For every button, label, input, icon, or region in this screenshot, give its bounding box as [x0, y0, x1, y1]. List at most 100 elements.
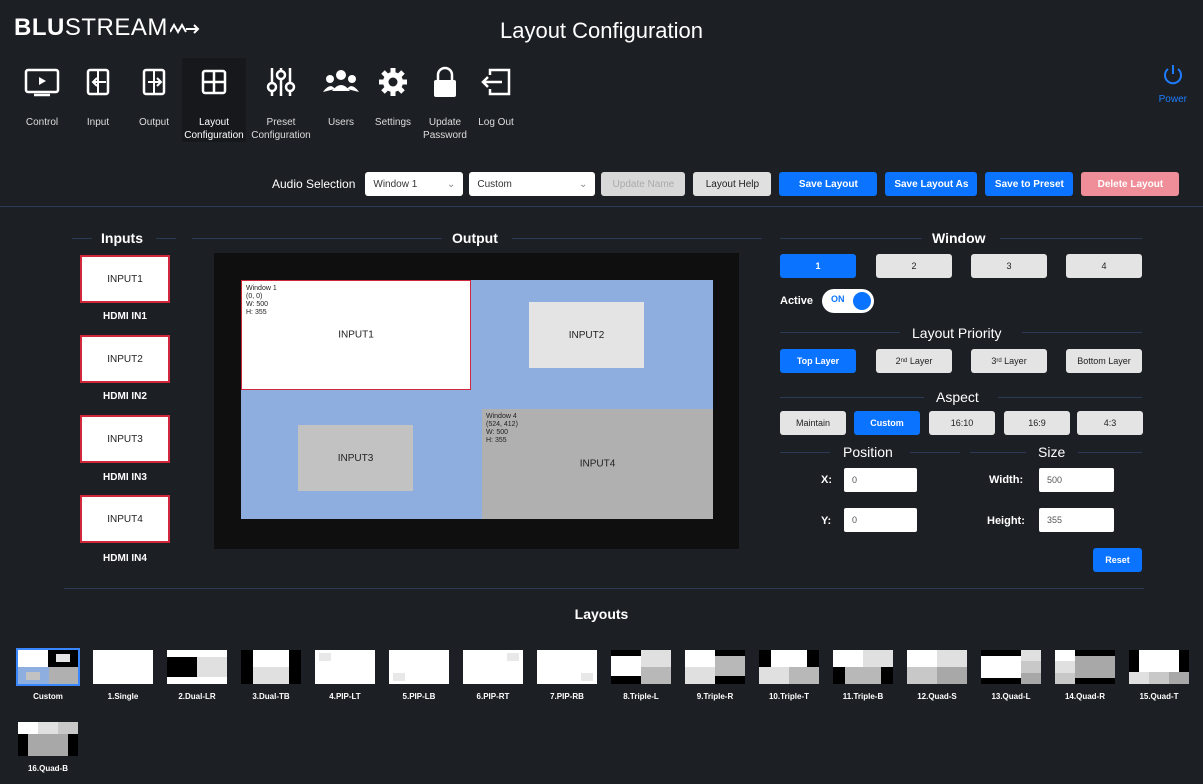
users-icon: [321, 62, 361, 102]
audio-window-select[interactable]: Window 1 ⌄: [365, 172, 464, 196]
third-layer-word: Layer: [1001, 356, 1027, 366]
output-window-1[interactable]: Window 1 (0, 0) W: 500 H: 355 INPUT1: [241, 280, 471, 390]
input-label-3: HDMI IN3: [103, 472, 147, 483]
input-source-2[interactable]: INPUT2: [80, 335, 170, 383]
layout-thumb: [907, 650, 967, 684]
layout-triple-b[interactable]: 11.Triple-B: [833, 650, 893, 701]
input-source-1[interactable]: INPUT1: [80, 255, 170, 303]
divider: [780, 452, 830, 453]
x-position-input[interactable]: 0: [844, 468, 917, 492]
aspect-16-10-button[interactable]: 16:10: [929, 411, 995, 435]
output-window-3[interactable]: INPUT3: [298, 425, 413, 491]
layout-quad-b[interactable]: 16.Quad-B: [18, 722, 78, 773]
layout-triple-r[interactable]: 9.Triple-R: [685, 650, 745, 701]
layout-quad-r[interactable]: 14.Quad-R: [1055, 650, 1115, 701]
layout-thumb: [1055, 650, 1115, 684]
layout-pip-lt[interactable]: 4.PIP-LT: [315, 650, 375, 701]
nav-users[interactable]: Users: [316, 58, 366, 142]
nav-input[interactable]: Input: [70, 58, 126, 142]
nav-update-password-label: Update Password: [423, 117, 467, 141]
layout-triple-l[interactable]: 8.Triple-L: [611, 650, 671, 701]
window-1-info: Window 1 (0, 0) W: 500 H: 355: [246, 285, 277, 316]
save-layout-button[interactable]: Save Layout: [779, 172, 878, 196]
layout-pip-rb[interactable]: 7.PIP-RB: [537, 650, 597, 701]
grid-icon: [194, 62, 234, 102]
input-label-4: HDMI IN4: [103, 553, 147, 564]
y-position-input[interactable]: 0: [844, 508, 917, 532]
layout-help-button[interactable]: Layout Help: [693, 172, 772, 196]
nav-preset-configuration[interactable]: Preset Configuration: [246, 58, 316, 142]
divider: [1078, 452, 1142, 453]
nav-layout-configuration[interactable]: Layout Configuration: [182, 58, 246, 142]
aspect-16-9-button[interactable]: 16:9: [1004, 411, 1070, 435]
layout-quad-l[interactable]: 13.Quad-L: [981, 650, 1041, 701]
top-layer-button[interactable]: Top Layer: [780, 349, 856, 373]
output-window-4[interactable]: Window 4 (524, 412) W: 500 H: 355 INPUT4: [482, 409, 713, 519]
width-input[interactable]: 500: [1039, 468, 1114, 492]
save-to-preset-button[interactable]: Save to Preset: [985, 172, 1074, 196]
layout-name: 13.Quad-L: [991, 692, 1031, 701]
height-input[interactable]: 355: [1039, 508, 1114, 532]
layout-name: 12.Quad-S: [917, 692, 957, 701]
divider: [64, 588, 1144, 589]
layout-name: 8.Triple-L: [623, 692, 659, 701]
aspect-maintain-button[interactable]: Maintain: [780, 411, 846, 435]
toggle-on-label: ON: [831, 294, 845, 304]
layout-dual-tb[interactable]: 3.Dual-TB: [241, 650, 301, 701]
nav-output[interactable]: Output: [126, 58, 182, 142]
layout-quad-s[interactable]: 12.Quad-S: [907, 650, 967, 701]
layout-thumb: [315, 650, 375, 684]
delete-layout-button[interactable]: Delete Layout: [1081, 172, 1180, 196]
active-label: Active: [780, 295, 814, 307]
layout-thumb: [93, 650, 153, 684]
nav-settings[interactable]: Settings: [366, 58, 420, 142]
nav-update-password[interactable]: Update Password: [420, 58, 470, 142]
nav-preset-configuration-label: Preset Configuration: [251, 117, 311, 141]
layout-pip-rt[interactable]: 6.PIP-RT: [463, 650, 523, 701]
window-4-button[interactable]: 4: [1066, 254, 1142, 278]
aspect-4-3-button[interactable]: 4:3: [1077, 411, 1143, 435]
sliders-icon: [261, 62, 301, 102]
layout-name: Custom: [33, 692, 63, 701]
window-title: Window: [932, 230, 986, 246]
active-toggle[interactable]: ON: [822, 289, 874, 313]
reset-button[interactable]: Reset: [1093, 548, 1142, 572]
third-layer-button[interactable]: 3rd Layer: [971, 349, 1047, 373]
nav-input-label: Input: [86, 117, 110, 128]
layout-custom[interactable]: Custom: [16, 648, 80, 701]
layout-thumb: [981, 650, 1041, 684]
save-layout-as-button[interactable]: Save Layout As: [885, 172, 978, 196]
layout-quad-t[interactable]: 15.Quad-T: [1129, 650, 1189, 701]
nav-settings-label: Settings: [374, 117, 412, 128]
layout-dual-lr[interactable]: 2.Dual-LR: [167, 650, 227, 701]
window-2-button[interactable]: 2: [876, 254, 952, 278]
output-canvas: Window 1 (0, 0) W: 500 H: 355 INPUT1 INP…: [241, 280, 713, 519]
input-source-4[interactable]: INPUT4: [80, 495, 170, 543]
power-button[interactable]: Power: [1159, 64, 1187, 105]
output-window-2[interactable]: INPUT2: [529, 302, 644, 368]
window-3-button[interactable]: 3: [971, 254, 1047, 278]
layout-single[interactable]: 1.Single: [93, 650, 153, 701]
update-name-button[interactable]: Update Name: [601, 172, 686, 196]
layout-thumb: [759, 650, 819, 684]
audio-window-value: Window 1: [373, 178, 418, 190]
nav-log-out[interactable]: Log Out: [470, 58, 522, 142]
layout-thumb: [16, 648, 80, 686]
width-label: Width:: [989, 474, 1024, 486]
inputs-title: Inputs: [101, 230, 143, 246]
layout-name-select[interactable]: Custom ⌄: [469, 172, 596, 196]
layout-name: 3.Dual-TB: [252, 692, 290, 701]
window-4-info: Window 4 (524, 412) W: 500 H: 355: [486, 413, 518, 444]
layout-pip-lb[interactable]: 5.PIP-LB: [389, 650, 449, 701]
input-source-3[interactable]: INPUT3: [80, 415, 170, 463]
window-1-button[interactable]: 1: [780, 254, 856, 278]
aspect-custom-button[interactable]: Custom: [854, 411, 920, 435]
divider: [780, 332, 900, 333]
layout-name: 6.PIP-RT: [476, 692, 510, 701]
bottom-layer-button[interactable]: Bottom Layer: [1066, 349, 1142, 373]
nav-control[interactable]: Control: [14, 58, 70, 142]
divider: [780, 238, 922, 239]
layout-triple-t[interactable]: 10.Triple-T: [759, 650, 819, 701]
layout-name-value: Custom: [477, 178, 512, 190]
second-layer-button[interactable]: 2nd Layer: [876, 349, 952, 373]
